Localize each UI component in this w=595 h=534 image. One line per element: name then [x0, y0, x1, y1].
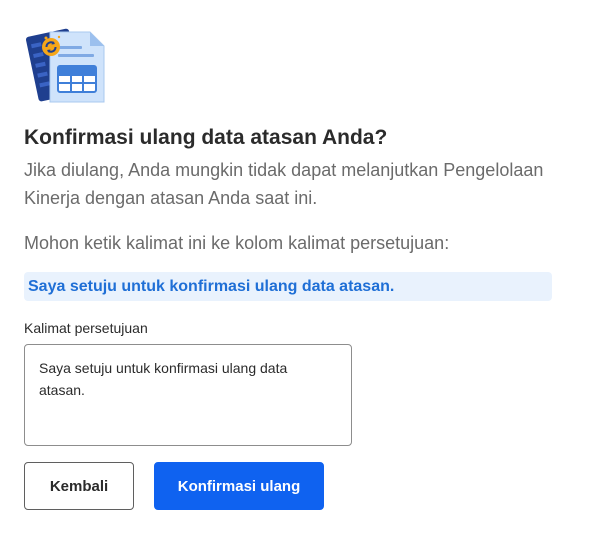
spreadsheet-refresh-illustration — [24, 26, 108, 106]
dialog-description: Jika diulang, Anda mungkin tidak dapat m… — [24, 160, 544, 208]
confirmation-phrase: Saya setuju untuk konfirmasi ulang data … — [28, 277, 395, 295]
spreadsheet-icon — [25, 28, 105, 103]
instruction-text: Mohon ketik kalimat ini ke kolom kalimat… — [24, 233, 450, 253]
back-button[interactable]: Kembali — [24, 462, 134, 510]
confirm-button[interactable]: Konfirmasi ulang — [154, 462, 324, 510]
confirmation-phrase-box: Saya setuju untuk konfirmasi ulang data … — [24, 272, 552, 301]
dialog-title: Konfirmasi ulang data atasan Anda? — [24, 126, 388, 149]
confirmation-textarea[interactable]: Saya setuju untuk konfirmasi ulang data … — [24, 344, 352, 446]
confirmation-field-label: Kalimat persetujuan — [24, 320, 148, 336]
